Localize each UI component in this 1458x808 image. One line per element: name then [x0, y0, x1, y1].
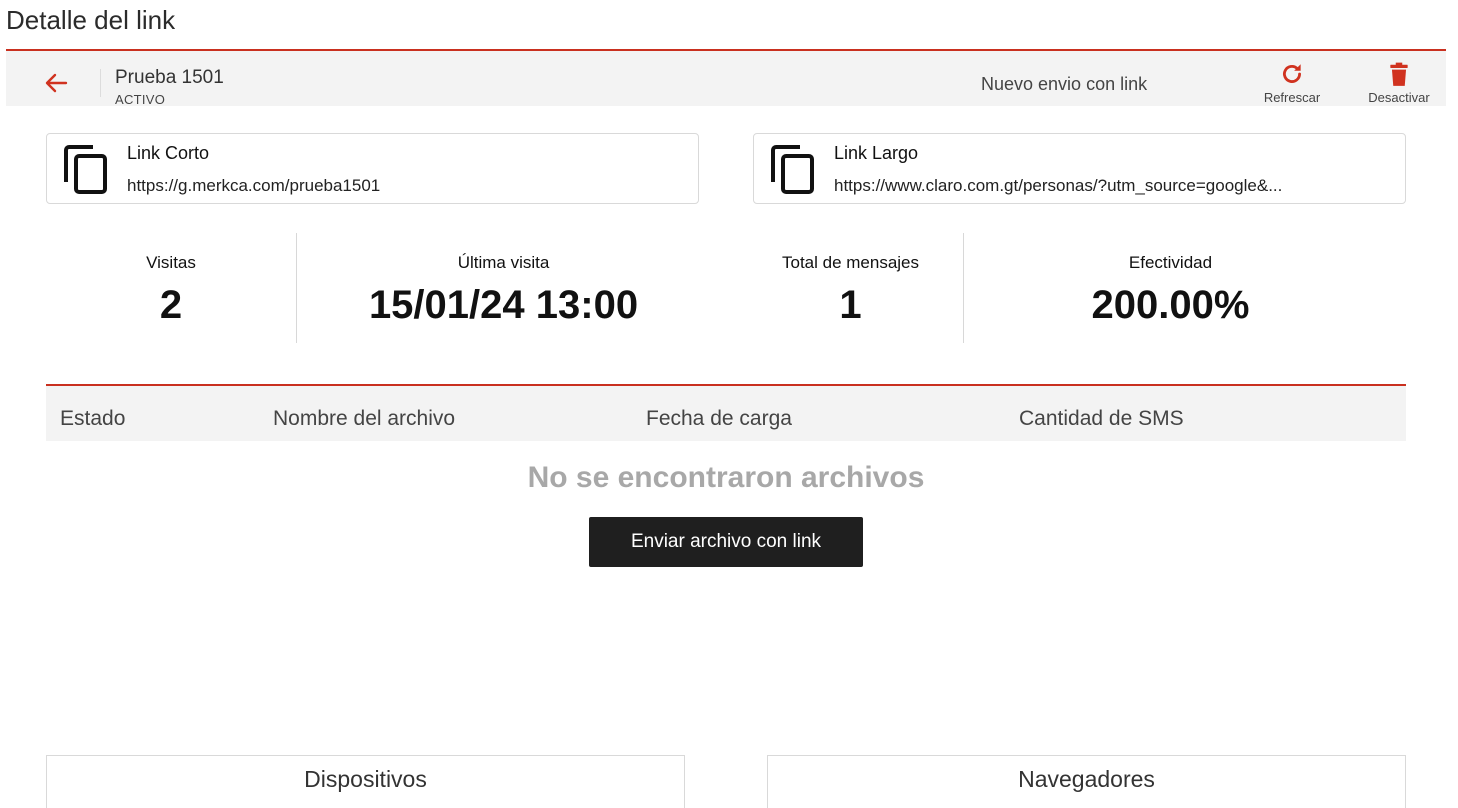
arrow-left-icon	[45, 73, 68, 93]
stat-total-messages: Total de mensajes 1	[710, 233, 991, 343]
column-header-file-name[interactable]: Nombre del archivo	[273, 407, 455, 431]
link-toolbar: Prueba 1501 ACTIVO Nuevo envio con link …	[6, 49, 1446, 107]
link-status: ACTIVO	[115, 92, 166, 107]
stat-label: Efectividad	[1128, 253, 1213, 272]
stat-effectiveness: Efectividad 200.00%	[964, 233, 1377, 343]
stat-label: Total de mensajes	[781, 253, 920, 272]
stat-value: 200.00%	[1091, 283, 1250, 327]
page-title: Detalle del link	[6, 5, 176, 35]
stat-label: Visitas	[146, 253, 196, 272]
stat-label: Última visita	[457, 253, 550, 272]
table-header: Estado Nombre del archivo Fecha de carga…	[46, 384, 1406, 441]
browsers-panel: Navegadores	[767, 755, 1406, 808]
refresh-label: Refrescar	[1263, 90, 1321, 105]
stat-visits: Visitas 2	[46, 233, 296, 343]
long-link-title: Link Largo	[834, 143, 919, 163]
link-name: Prueba 1501	[115, 67, 224, 88]
empty-state-message: No se encontraron archivos	[527, 461, 925, 494]
stat-value: 15/01/24 13:00	[368, 283, 639, 327]
column-header-sms-count[interactable]: Cantidad de SMS	[1019, 407, 1184, 431]
column-header-upload-date[interactable]: Fecha de carga	[646, 407, 792, 431]
devices-panel: Dispositivos	[46, 755, 685, 808]
new-send-with-link-button[interactable]: Nuevo envio con link	[981, 74, 1147, 95]
copy-icon[interactable]	[770, 144, 816, 201]
toolbar-divider	[100, 69, 101, 97]
stat-value: 2	[159, 283, 183, 327]
long-link-url: https://www.claro.com.gt/personas/?utm_s…	[834, 176, 1283, 195]
browsers-panel-title: Navegadores	[1018, 766, 1155, 792]
refresh-button[interactable]: Refrescar	[1252, 61, 1332, 105]
short-link-url: https://g.merkca.com/prueba1501	[127, 176, 381, 195]
short-link-card: Link Corto https://g.merkca.com/prueba15…	[46, 133, 699, 204]
trash-icon	[1390, 62, 1408, 86]
short-link-title: Link Corto	[127, 143, 210, 163]
deactivate-button[interactable]: Desactivar	[1359, 61, 1439, 105]
devices-panel-title: Dispositivos	[304, 766, 427, 792]
refresh-icon	[1283, 64, 1301, 83]
deactivate-label: Desactivar	[1368, 90, 1430, 105]
stats-row: Visitas 2 Última visita 15/01/24 13:00 T…	[46, 233, 1406, 343]
copy-icon[interactable]	[63, 144, 109, 201]
stat-last-visit: Última visita 15/01/24 13:00	[297, 233, 710, 343]
column-header-status[interactable]: Estado	[60, 407, 125, 431]
stat-value: 1	[839, 283, 862, 327]
files-table: Estado Nombre del archivo Fecha de carga…	[46, 384, 1406, 567]
long-link-card: Link Largo https://www.claro.com.gt/pers…	[753, 133, 1406, 204]
back-button[interactable]	[42, 71, 70, 95]
send-file-with-link-button[interactable]: Enviar archivo con link	[589, 517, 863, 567]
